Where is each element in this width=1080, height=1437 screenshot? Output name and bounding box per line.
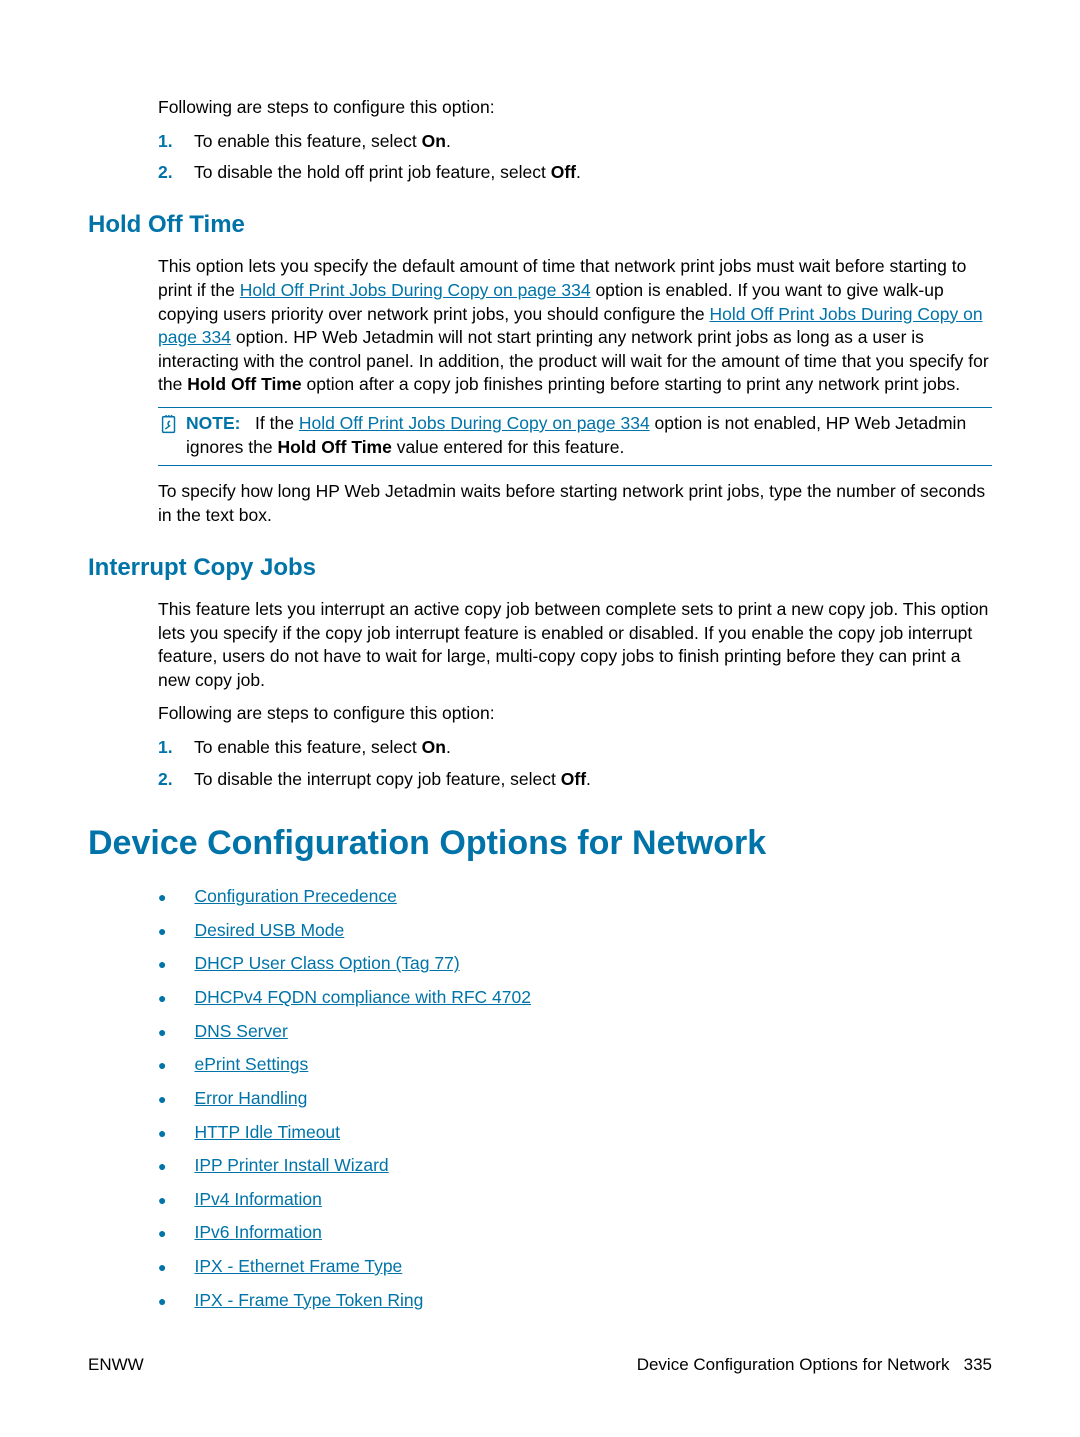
- bullet-icon: ●: [158, 955, 166, 974]
- heading-interrupt-copy-jobs: Interrupt Copy Jobs: [88, 552, 992, 584]
- toc-link[interactable]: Error Handling: [194, 1087, 307, 1111]
- toc-link[interactable]: DHCP User Class Option (Tag 77): [194, 952, 459, 976]
- bullet-icon: ●: [158, 1090, 166, 1109]
- interrupt-paragraph-1: This feature lets you interrupt an activ…: [158, 598, 992, 693]
- toc-item: ● IPX - Frame Type Token Ring: [158, 1289, 992, 1313]
- steps-list-2: 1. To enable this feature, select On. 2.…: [158, 736, 992, 791]
- page-content: Following are steps to configure this op…: [0, 0, 1080, 1362]
- toc-link[interactable]: IPv4 Information: [194, 1188, 321, 1212]
- interrupt-paragraph-2: Following are steps to configure this op…: [158, 702, 992, 726]
- toc-item: ● IPX - Ethernet Frame Type: [158, 1255, 992, 1279]
- toc-item: ● DHCPv4 FQDN compliance with RFC 4702: [158, 986, 992, 1010]
- toc-item: ● IPP Printer Install Wizard: [158, 1154, 992, 1178]
- step-text: To enable this feature, select On.: [194, 736, 451, 760]
- hold-paragraph-1: This option lets you specify the default…: [158, 255, 992, 397]
- toc-item: ● IPv4 Information: [158, 1188, 992, 1212]
- toc-link[interactable]: IPX - Ethernet Frame Type: [194, 1255, 402, 1279]
- footer-right: Device Configuration Options for Network…: [637, 1354, 992, 1377]
- step-number: 2.: [158, 161, 194, 185]
- toc-link[interactable]: IPX - Frame Type Token Ring: [194, 1289, 423, 1313]
- footer-left: ENWW: [88, 1354, 144, 1377]
- step-1: 1. To enable this feature, select On.: [158, 736, 992, 760]
- toc-link[interactable]: Configuration Precedence: [194, 885, 396, 909]
- toc-link[interactable]: HTTP Idle Timeout: [194, 1121, 340, 1145]
- toc-list: ● Configuration Precedence ● Desired USB Mo…: [158, 885, 992, 1312]
- note-body: NOTE: If the Hold Off Print Jobs During …: [186, 412, 992, 459]
- step-text: To disable the interrupt copy job featur…: [194, 768, 591, 792]
- step-text: To enable this feature, select On.: [194, 130, 451, 154]
- note-icon: [158, 412, 186, 459]
- step-2: 2. To disable the hold off print job fea…: [158, 161, 992, 185]
- link-hold-off-print-jobs-1[interactable]: Hold Off Print Jobs During Copy on page …: [240, 280, 591, 300]
- step-number: 1.: [158, 736, 194, 760]
- bullet-icon: ●: [158, 1124, 166, 1143]
- bullet-icon: ●: [158, 1023, 166, 1042]
- toc-item: ● Desired USB Mode: [158, 919, 992, 943]
- toc-item: ● DNS Server: [158, 1020, 992, 1044]
- steps-list-1: 1. To enable this feature, select On. 2.…: [158, 130, 992, 185]
- bullet-icon: ●: [158, 1258, 166, 1277]
- toc-link[interactable]: Desired USB Mode: [194, 919, 344, 943]
- toc-item: ● DHCP User Class Option (Tag 77): [158, 952, 992, 976]
- intro-text: Following are steps to configure this op…: [158, 96, 992, 120]
- bullet-icon: ●: [158, 888, 166, 907]
- toc-link[interactable]: ePrint Settings: [194, 1053, 308, 1077]
- heading-hold-off-time: Hold Off Time: [88, 209, 992, 241]
- toc-item: ● ePrint Settings: [158, 1053, 992, 1077]
- step-text: To disable the hold off print job featur…: [194, 161, 581, 185]
- step-2: 2. To disable the interrupt copy job fea…: [158, 768, 992, 792]
- step-number: 2.: [158, 768, 194, 792]
- bullet-icon: ●: [158, 922, 166, 941]
- heading-device-config-network: Device Configuration Options for Network: [88, 821, 992, 867]
- step-number: 1.: [158, 130, 194, 154]
- toc-item: ● IPv6 Information: [158, 1221, 992, 1245]
- hold-paragraph-2: To specify how long HP Web Jetadmin wait…: [158, 480, 992, 527]
- bullet-icon: ●: [158, 989, 166, 1008]
- bullet-icon: ●: [158, 1157, 166, 1176]
- page-footer: ENWW Device Configuration Options for Ne…: [88, 1354, 992, 1377]
- note-box: NOTE: If the Hold Off Print Jobs During …: [158, 407, 992, 466]
- step-1: 1. To enable this feature, select On.: [158, 130, 992, 154]
- note-label: NOTE:: [186, 413, 240, 433]
- toc-item: ● Configuration Precedence: [158, 885, 992, 909]
- bullet-icon: ●: [158, 1056, 166, 1075]
- bullet-icon: ●: [158, 1292, 166, 1311]
- link-hold-off-print-jobs-note[interactable]: Hold Off Print Jobs During Copy on page …: [299, 413, 650, 433]
- toc-item: ● HTTP Idle Timeout: [158, 1121, 992, 1145]
- toc-link[interactable]: DNS Server: [194, 1020, 287, 1044]
- toc-link[interactable]: IPv6 Information: [194, 1221, 321, 1245]
- toc-item: ● Error Handling: [158, 1087, 992, 1111]
- bullet-icon: ●: [158, 1191, 166, 1210]
- bullet-icon: ●: [158, 1224, 166, 1243]
- toc-link[interactable]: IPP Printer Install Wizard: [194, 1154, 388, 1178]
- toc-link[interactable]: DHCPv4 FQDN compliance with RFC 4702: [194, 986, 531, 1010]
